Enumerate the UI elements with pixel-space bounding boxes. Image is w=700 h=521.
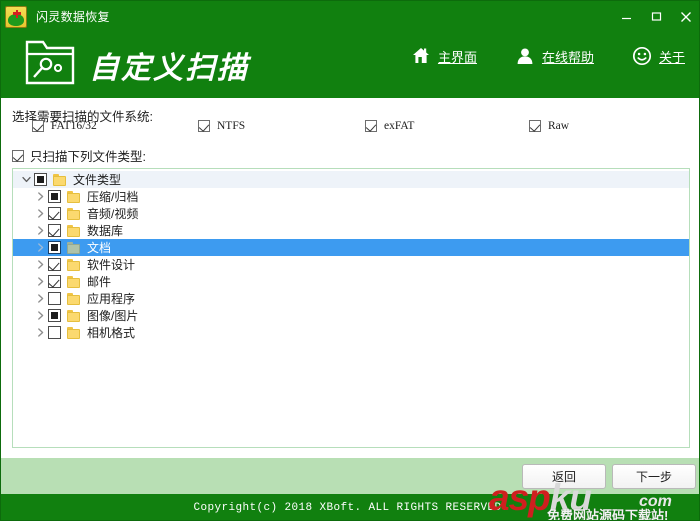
chevron-right-icon[interactable]	[33, 223, 48, 238]
chevron-right-icon[interactable]	[33, 308, 48, 323]
tree-row-software-design[interactable]: 软件设计	[13, 256, 689, 273]
checkbox-fat16-32[interactable]: FAT16/32	[32, 120, 97, 132]
footer-bar: Copyright(c) 2018 XBoft. ALL RIGHTS RESE…	[1, 494, 699, 520]
tree-row-audio-video-checkbox[interactable]	[48, 207, 61, 220]
window-title: 闪灵数据恢复	[36, 10, 110, 24]
folder-icon	[67, 207, 80, 220]
chevron-right-icon[interactable]	[33, 189, 48, 204]
tree-row-camera-format-checkbox[interactable]	[48, 326, 61, 339]
page-header: 自定义扫描 主界面 在线帮助 关于	[1, 32, 699, 98]
first-aid-disc-icon	[5, 5, 27, 28]
tree-row-software-design-checkbox[interactable]	[48, 258, 61, 271]
copyright-text: Copyright(c) 2018 XBoft. ALL RIGHTS RESE…	[193, 502, 509, 514]
checkbox-raw-label: Raw	[548, 120, 570, 132]
tree-row-root-label: 文件类型	[73, 173, 122, 187]
tree-row-software-design-label: 软件设计	[87, 258, 136, 272]
nav-item-main[interactable]: 主界面	[411, 46, 477, 66]
smiley-icon	[632, 46, 652, 66]
maximize-icon[interactable]	[641, 1, 671, 32]
tree-row-email[interactable]: 邮件	[13, 273, 689, 290]
tree-row-camera-format[interactable]: 相机格式	[13, 324, 689, 341]
filesystem-checkbox-row: FAT16/32 NTFS exFAT Raw	[1, 120, 699, 142]
folder-icon	[67, 224, 80, 237]
home-icon	[411, 46, 431, 66]
tree-row-email-checkbox[interactable]	[48, 275, 61, 288]
main-content: 选择需要扫描的文件系统: FAT16/32 NTFS exFAT Raw 只扫描…	[1, 98, 699, 458]
folder-icon	[67, 258, 80, 271]
checkbox-ntfs[interactable]: NTFS	[198, 120, 245, 132]
nav-item-main-label: 主界面	[437, 49, 477, 65]
tree-row-archive[interactable]: 压缩/归档	[13, 188, 689, 205]
checkbox-exfat[interactable]: exFAT	[365, 120, 414, 132]
checkbox-fat16-32-box[interactable]	[32, 120, 44, 132]
back-button[interactable]: 返回	[522, 464, 606, 489]
tree-row-root-checkbox[interactable]	[34, 173, 47, 186]
checkbox-exfat-box[interactable]	[365, 120, 377, 132]
tree-row-image-picture-label: 图像/图片	[87, 309, 139, 323]
chevron-down-icon[interactable]	[19, 172, 34, 187]
minimize-icon[interactable]	[611, 1, 641, 32]
application-window: 闪灵数据恢复 自定义扫描 主界面 在线帮助 关于 选择需要扫描的文件系统: FA…	[0, 0, 700, 521]
nav-item-about-label: 关于	[658, 49, 685, 65]
chevron-right-icon[interactable]	[33, 291, 48, 306]
checkbox-only-scan-types-label: 只扫描下列文件类型:	[30, 150, 146, 164]
checkbox-raw-box[interactable]	[529, 120, 541, 132]
tree-row-database-checkbox[interactable]	[48, 224, 61, 237]
tree-row-database[interactable]: 数据库	[13, 222, 689, 239]
checkbox-raw[interactable]: Raw	[529, 120, 569, 132]
chevron-right-icon[interactable]	[33, 240, 48, 255]
tree-row-application-checkbox[interactable]	[48, 292, 61, 305]
chevron-right-icon[interactable]	[33, 257, 48, 272]
person-icon	[515, 46, 535, 66]
checkbox-ntfs-label: NTFS	[217, 120, 246, 132]
checkbox-exfat-label: exFAT	[384, 120, 415, 132]
folder-icon	[67, 326, 80, 339]
next-button[interactable]: 下一步	[612, 464, 696, 489]
tree-row-image-picture[interactable]: 图像/图片	[13, 307, 689, 324]
folder-icon	[67, 292, 80, 305]
button-bar: 返回 下一步	[1, 458, 699, 494]
tree-row-root[interactable]: 文件类型	[13, 171, 689, 188]
chevron-right-icon[interactable]	[33, 274, 48, 289]
folder-gear-icon	[23, 38, 77, 88]
tree-row-image-picture-checkbox[interactable]	[48, 309, 61, 322]
nav-item-online-help-label: 在线帮助	[541, 49, 594, 65]
tree-row-application-label: 应用程序	[87, 292, 136, 306]
chevron-right-icon[interactable]	[33, 325, 48, 340]
tree-row-document-checkbox[interactable]	[48, 241, 61, 254]
tree-row-application[interactable]: 应用程序	[13, 290, 689, 307]
tree-row-camera-format-label: 相机格式	[87, 326, 136, 340]
title-bar: 闪灵数据恢复	[1, 1, 699, 32]
close-icon[interactable]	[671, 1, 699, 32]
tree-row-audio-video[interactable]: 音频/视频	[13, 205, 689, 222]
checkbox-ntfs-box[interactable]	[198, 120, 210, 132]
window-controls	[611, 1, 699, 32]
folder-icon	[67, 190, 80, 203]
chevron-right-icon[interactable]	[33, 206, 48, 221]
tree-row-email-label: 邮件	[87, 275, 112, 289]
tree-row-archive-label: 压缩/归档	[87, 190, 139, 204]
checkbox-only-scan-types[interactable]: 只扫描下列文件类型:	[12, 146, 146, 165]
header-nav: 主界面 在线帮助 关于	[411, 46, 685, 66]
file-type-tree: 文件类型 压缩/归档 音频/视频 数据库 文档 软件设计 邮件 应用程序 图像/…	[13, 169, 689, 341]
tree-row-archive-checkbox[interactable]	[48, 190, 61, 203]
folder-icon	[67, 275, 80, 288]
tree-row-audio-video-label: 音频/视频	[87, 207, 139, 221]
tree-row-document-label: 文档	[87, 241, 112, 255]
folder-icon	[67, 241, 80, 254]
tree-row-database-label: 数据库	[87, 224, 124, 238]
file-type-tree-panel[interactable]: 文件类型 压缩/归档 音频/视频 数据库 文档 软件设计 邮件 应用程序 图像/…	[12, 168, 690, 448]
checkbox-fat16-32-label: FAT16/32	[51, 120, 97, 132]
checkbox-only-scan-types-box[interactable]	[12, 149, 24, 162]
nav-item-about[interactable]: 关于	[632, 46, 685, 66]
folder-icon	[67, 309, 80, 322]
folder-icon	[53, 173, 66, 186]
nav-item-online-help[interactable]: 在线帮助	[515, 46, 594, 66]
tree-row-document[interactable]: 文档	[13, 239, 689, 256]
page-title: 自定义扫描	[89, 52, 249, 85]
